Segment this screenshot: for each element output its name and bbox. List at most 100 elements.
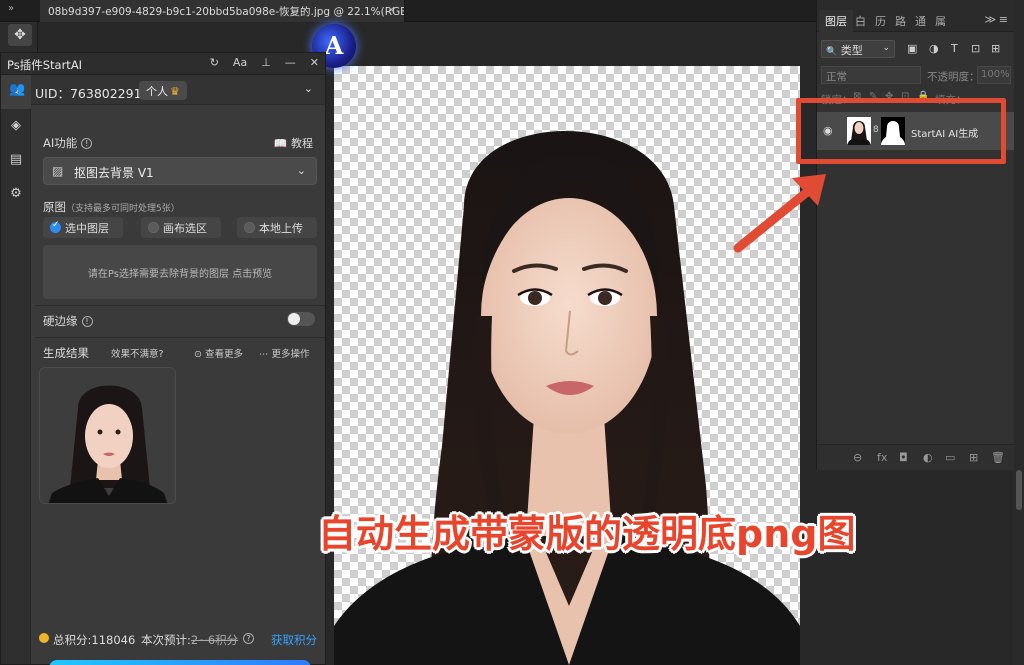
document-tab[interactable]: 08b9d397-e909-4829-b9c1-20bbd5ba098e-恢复的… — [40, 0, 405, 22]
source-image-label: 原图（支持最多可同时处理5张） — [43, 200, 180, 214]
font-size-icon[interactable]: Aa — [233, 56, 247, 69]
move-tool-icon[interactable]: ✥ — [8, 24, 32, 46]
total-points: 总积分:118046 — [53, 633, 136, 647]
filter-smart-object-icon[interactable]: ⊞ — [991, 42, 1000, 55]
trash-icon[interactable]: 🗑 — [991, 451, 1005, 464]
portrait-image — [334, 131, 800, 665]
layers-panel: 图层 白 历 路 通 属 ≫ ≡ 🔍 类型 ⌄ ▣ ◑ T ⊡ ⊞ 正常 不透明… — [816, 0, 1014, 470]
plugin-header: Ps插件StartAI ↻ Aa ⊥ — ✕ — [1, 53, 325, 75]
tab-paths[interactable]: 路 — [895, 13, 906, 29]
startai-plugin-panel: Ps插件StartAI ↻ Aa ⊥ — ✕ ✎ ◈ ▤ ⚙ 👥 UID：763… — [0, 52, 326, 665]
new-group-icon[interactable]: ▭ — [945, 451, 955, 464]
estimate-points: 本次预计:2~6积分 — [141, 633, 239, 647]
book-icon: 📖 — [273, 137, 288, 150]
view-more-link[interactable]: ⊙ 查看更多 — [194, 346, 243, 360]
more-actions-link[interactable]: ⋯ 更多操作 — [259, 346, 310, 360]
points-footer: 总积分:118046 本次预计:2~6积分 ? 获取积分 — [31, 630, 325, 650]
layer-kind-select[interactable]: 🔍 类型 ⌄ — [821, 40, 895, 58]
radio-icon — [50, 220, 61, 233]
radio-icon — [244, 222, 255, 233]
highlight-box — [796, 98, 1006, 164]
source-placeholder-text: 请在Ps选择需要去除背景的图层 点击预览 — [87, 269, 273, 280]
account-type-badge[interactable]: 个人 ♛ — [139, 81, 187, 100]
document-canvas[interactable] — [334, 66, 800, 665]
tab-history[interactable]: 历 — [875, 13, 886, 29]
divider — [35, 305, 325, 306]
layers-bottom-toolbar: ⊖ fx ◘ ◐ ▭ ⊞ 🗑 — [817, 444, 1014, 470]
generate-button[interactable] — [49, 660, 311, 665]
refresh-icon[interactable]: ↻ — [210, 56, 219, 69]
uid-text: UID：763802291 — [35, 86, 142, 101]
view-icon: ⊙ — [194, 349, 202, 360]
filter-pixel-icon[interactable]: ▣ — [907, 42, 917, 55]
scrollbar-thumb[interactable] — [1016, 470, 1022, 510]
opacity-label: 不透明度： — [927, 71, 980, 83]
question-icon[interactable]: ? — [243, 633, 254, 644]
fx-icon[interactable]: fx — [877, 451, 887, 464]
panel-scrollbar[interactable] — [1014, 0, 1024, 665]
ellipsis-icon: ⋯ — [259, 349, 269, 360]
layer-filter-row: 🔍 类型 ⌄ ▣ ◑ T ⊡ ⊞ — [817, 36, 1014, 62]
info-icon[interactable]: ! — [81, 138, 93, 149]
hard-edge-toggle[interactable] — [287, 312, 315, 326]
user-group-icon: 👥 — [9, 82, 26, 97]
divider — [35, 337, 325, 338]
filter-adjustment-icon[interactable]: ◑ — [929, 42, 939, 55]
empty-panel-area — [816, 470, 1014, 665]
radio-icon — [148, 222, 159, 233]
annotation-arrow-icon — [733, 174, 826, 253]
expand-panels-icon[interactable]: ≫ — [984, 13, 996, 26]
add-mask-icon[interactable]: ◘ — [899, 451, 908, 464]
pattern-icon: ▨ — [52, 164, 64, 178]
layers-panel-tabs: 图层 白 历 路 通 属 ≫ ≡ — [817, 0, 1014, 32]
info-icon[interactable]: ! — [81, 316, 93, 327]
source-option-canvas-selection[interactable]: 画布选区 — [141, 217, 221, 238]
tab-layers[interactable]: 图层 — [819, 10, 853, 32]
new-layer-icon[interactable]: ⊞ — [969, 451, 978, 464]
filter-type-icon[interactable]: T — [951, 42, 958, 55]
close-tab-icon[interactable]: × — [387, 3, 396, 16]
dissatisfied-link[interactable]: 效果不满意? — [111, 346, 164, 360]
tab-swatches[interactable]: 白 — [855, 13, 866, 29]
ai-function-select[interactable]: ▨ 抠图去背景 V1 ⌄ — [43, 157, 317, 185]
tutorial-link[interactable]: 📖 教程 — [274, 135, 313, 151]
ai-function-value: 抠图去背景 V1 — [74, 166, 154, 180]
blend-mode-select[interactable]: 正常 — [821, 66, 921, 84]
coin-icon — [39, 633, 49, 643]
minimize-icon[interactable]: — — [285, 56, 296, 69]
annotation-caption: 自动生成带蒙版的透明底png图 — [318, 512, 856, 556]
source-hint: （支持最多可同时处理5张） — [66, 204, 180, 214]
search-icon: 🔍 — [826, 47, 838, 57]
adjustment-layer-icon[interactable]: ◐ — [923, 451, 933, 464]
opacity-input[interactable]: 100% — [977, 66, 1011, 84]
result-label: 生成结果 — [43, 346, 89, 360]
hard-edge-label: 硬边缘! — [43, 313, 93, 329]
tab-channels[interactable]: 通 — [915, 13, 926, 29]
plugin-sidebar: ✎ ◈ ▤ ⚙ — [1, 75, 31, 664]
ai-function-label: AI功能! — [43, 135, 93, 151]
layers-stack-icon[interactable]: ◈ — [1, 109, 31, 143]
document-icon[interactable]: ▤ — [1, 143, 31, 177]
pin-icon[interactable]: ⊥ — [261, 56, 271, 69]
chevron-down-icon: ⌄ — [882, 43, 890, 53]
source-option-local-upload[interactable]: 本地上传 — [237, 217, 317, 238]
source-option-selected-layer[interactable]: 选中图层 — [43, 217, 123, 238]
chevron-down-icon: ⌄ — [296, 164, 306, 177]
link-layers-icon[interactable]: ⊖ — [853, 451, 862, 464]
collapse-icon[interactable]: » — [8, 3, 14, 14]
result-thumbnail[interactable] — [39, 367, 176, 504]
crown-icon: ♛ — [170, 85, 180, 98]
plugin-main: 👥 UID：763802291 个人 ♛ ⌄ AI功能! 📖 教程 ▨ 抠图去背景… — [9, 75, 325, 665]
source-preview-area[interactable]: 请在Ps选择需要去除背景的图层 点击预览 — [43, 245, 317, 299]
filter-shape-icon[interactable]: ⊡ — [971, 42, 980, 55]
tab-properties[interactable]: 属 — [935, 13, 946, 29]
document-tab-title: 08b9d397-e909-4829-b9c1-20bbd5ba098e-恢复的… — [48, 6, 405, 18]
plugin-title: Ps插件StartAI — [7, 58, 83, 72]
blend-row: 正常 不透明度： 100% — [817, 64, 1014, 86]
user-dropdown-chevron-icon[interactable]: ⌄ — [304, 82, 313, 95]
user-row: 👥 UID：763802291 个人 ♛ ⌄ — [9, 75, 325, 105]
get-points-link[interactable]: 获取积分 — [271, 632, 317, 648]
panel-menu-icon[interactable]: ≡ — [999, 13, 1008, 26]
settings-gear-icon[interactable]: ⚙ — [1, 177, 31, 211]
close-icon[interactable]: ✕ — [310, 56, 319, 69]
